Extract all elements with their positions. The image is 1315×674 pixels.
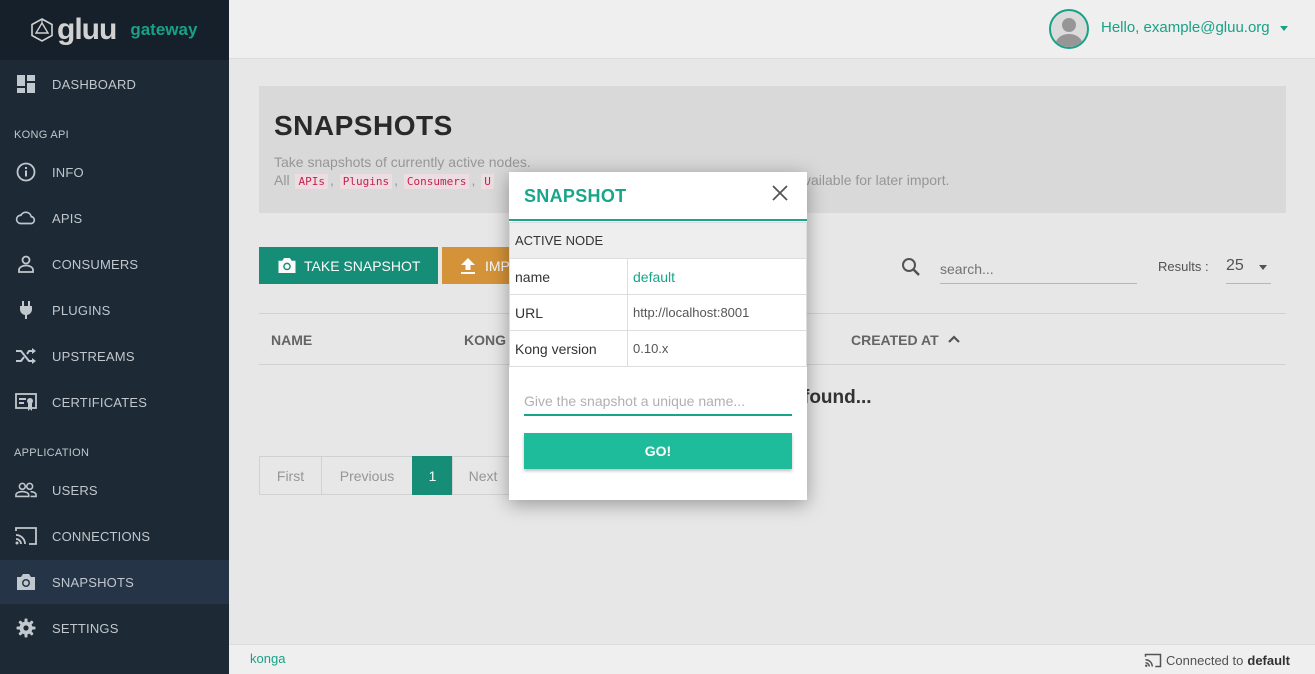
snapshot-modal: SNAPSHOT ACTIVE NODE name default URL ht…	[509, 172, 807, 500]
snapshot-name-input[interactable]	[524, 388, 792, 416]
row-label: Kong version	[509, 330, 628, 367]
row-label: name	[509, 258, 628, 295]
close-icon[interactable]	[771, 184, 789, 202]
table-row: URL http://localhost:8001	[509, 294, 807, 331]
active-node-table: ACTIVE NODE name default URL http://loca…	[509, 222, 807, 367]
row-label: URL	[509, 294, 628, 331]
active-node-header: ACTIVE NODE	[509, 222, 807, 259]
table-row: Kong version 0.10.x	[509, 330, 807, 367]
row-value-url: http://localhost:8001	[627, 294, 807, 331]
go-button[interactable]: GO!	[524, 433, 792, 469]
modal-header: SNAPSHOT	[509, 172, 807, 221]
modal-title: SNAPSHOT	[524, 186, 627, 206]
row-value-name: default	[627, 258, 807, 295]
row-value-kong-version: 0.10.x	[627, 330, 807, 367]
table-row: name default	[509, 258, 807, 295]
table-row-header: ACTIVE NODE	[509, 222, 807, 259]
